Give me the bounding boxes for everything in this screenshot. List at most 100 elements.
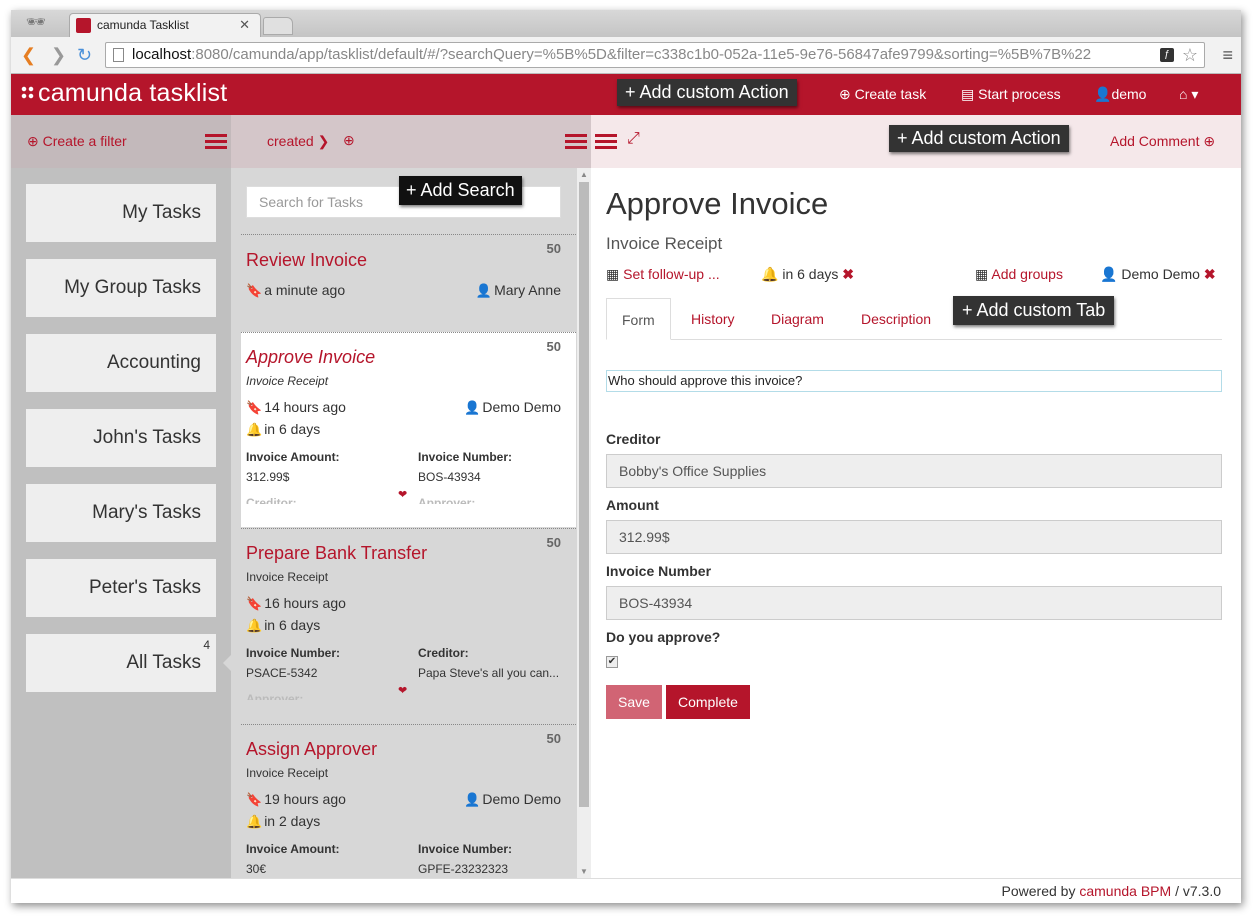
var-label: Invoice Number: [246, 646, 341, 660]
due-label: in 6 days [782, 266, 839, 282]
app-header: camunda tasklist + Add custom Action ⊕ C… [11, 74, 1241, 115]
browser-menu-icon[interactable]: ≡ [1222, 45, 1233, 66]
create-task-link[interactable]: ⊕ Create task [839, 86, 926, 103]
invoice-number-field[interactable]: BOS-43934 [606, 586, 1222, 620]
filter-marys-tasks[interactable]: Mary's Tasks [26, 484, 216, 542]
close-tab-icon[interactable]: ✕ [239, 17, 250, 33]
var-label: Creditor: [418, 646, 469, 660]
home-menu[interactable]: ⌂ ▾ [1179, 86, 1198, 103]
approver-question-field[interactable]: Who should approve this invoice? [606, 370, 1222, 392]
add-comment-link[interactable]: Add Comment ⊕ [1110, 133, 1215, 150]
task-variables: Invoice Number: PSACE-5342 Creditor: Papa … [246, 646, 561, 706]
filters-column: My Tasks My Group Tasks Accounting John'… [11, 168, 233, 878]
task-item[interactable]: 50 Review Invoice 🔖 a minute ago 👤 Mary An… [241, 234, 576, 331]
complete-button[interactable]: Complete [666, 685, 750, 719]
task-due: 🔔 in 2 days [246, 810, 561, 832]
assignee[interactable]: 👤 Demo Demo ✖ [1100, 266, 1216, 283]
remove-due-icon[interactable]: ✖ [842, 266, 854, 282]
expand-chevron-icon[interactable]: ❤ [398, 488, 407, 501]
browser-tab[interactable]: camunda Tasklist ✕ [69, 13, 261, 37]
expand-chevron-icon[interactable]: ❤ [398, 684, 407, 697]
tab-history[interactable]: History [676, 298, 750, 340]
add-custom-tab-button[interactable]: + Add custom Tab [953, 296, 1115, 325]
list-menu-icon[interactable] [565, 134, 587, 150]
filter-johns-tasks[interactable]: John's Tasks [26, 409, 216, 467]
save-button[interactable]: Save [606, 685, 662, 719]
brand[interactable]: camunda tasklist [21, 79, 227, 108]
var-label-faded: Approver: [246, 692, 304, 700]
add-custom-action-button[interactable]: + Add custom Action [617, 79, 797, 106]
var-value: PSACE-5342 [246, 666, 318, 680]
user-menu[interactable]: 👤demo [1094, 86, 1146, 103]
task-process: Invoice Receipt [246, 570, 329, 584]
task-created: 16 hours ago [264, 595, 346, 611]
var-value: BOS-43934 [418, 470, 481, 484]
task-meta: 🔖 14 hours ago 👤 Demo Demo [246, 396, 561, 418]
camunda-bpm-link[interactable]: camunda BPM [1079, 883, 1171, 899]
tab-form[interactable]: Form [606, 298, 671, 340]
add-groups-link[interactable]: ▦ Add groups [975, 266, 1063, 283]
follow-up-label: Set follow-up ... [623, 266, 720, 282]
add-search-button[interactable]: + Add Search [399, 176, 522, 205]
flash-icon[interactable]: ƒ [1160, 48, 1174, 62]
remove-assignee-icon[interactable]: ✖ [1204, 266, 1216, 282]
start-process-link[interactable]: ▤ Start process [961, 86, 1061, 103]
reload-icon[interactable]: ↻ [77, 45, 92, 65]
tab-description[interactable]: Description [846, 298, 946, 340]
due-date[interactable]: 🔔 in 6 days ✖ [761, 266, 854, 283]
filter-all-tasks[interactable]: 4 All Tasks [26, 634, 216, 692]
user-name: demo [1111, 86, 1147, 102]
filter-label: All Tasks [126, 652, 201, 673]
task-variables: Invoice Amount: 30€ Invoice Number: GPFE-2… [246, 842, 561, 878]
create-filter-link[interactable]: ⊕ Create a filter [27, 133, 127, 150]
task-item[interactable]: 50 Prepare Bank Transfer Invoice Receipt… [241, 528, 576, 724]
incognito-icon: 🕶 [25, 14, 47, 31]
var-label-faded: Creditor: [246, 496, 297, 504]
calendar-icon: ▦ [606, 266, 620, 282]
task-list-scrollbar[interactable]: ▲ ▼ [577, 168, 591, 878]
sort-dropdown[interactable]: created ❯ [267, 133, 329, 150]
task-assignee-name: Demo Demo [482, 399, 561, 415]
task-assignee: 👤 Demo Demo [464, 788, 561, 811]
user-icon: 👤 [1094, 86, 1112, 102]
address-bar[interactable]: localhost:8080/camunda/app/tasklist/defa… [105, 42, 1205, 68]
browser-tab-title: camunda Tasklist [97, 18, 189, 32]
task-assignee-name: Demo Demo [482, 791, 561, 807]
detail-tabs: Form History Diagram Description [606, 298, 1222, 340]
new-tab-button[interactable] [263, 17, 293, 35]
scroll-up-icon[interactable]: ▲ [580, 170, 588, 179]
assignee-label: Demo Demo [1121, 266, 1200, 282]
set-follow-up-link[interactable]: ▦ Set follow-up ... [606, 266, 720, 283]
scrollbar-thumb[interactable] [579, 182, 589, 807]
var-value: GPFE-23232323 [418, 862, 509, 876]
tab-diagram[interactable]: Diagram [756, 298, 839, 340]
task-item[interactable]: 50 Assign Approver Invoice Receipt 🔖 19 h… [241, 724, 576, 878]
creditor-field[interactable]: Bobby's Office Supplies [606, 454, 1222, 488]
plus-circle-icon: ⊕ [839, 86, 851, 102]
back-icon[interactable]: ❮ [21, 45, 36, 65]
bookmark-icon: 🔖 [246, 283, 263, 298]
add-custom-action-button-detail[interactable]: + Add custom Action [889, 125, 1069, 152]
approve-checkbox[interactable]: ✔ [606, 656, 618, 668]
add-sorting-icon[interactable]: ⊕ [343, 132, 355, 149]
filter-accounting[interactable]: Accounting [26, 334, 216, 392]
task-priority: 50 [546, 339, 561, 354]
amount-field[interactable]: 312.99$ [606, 520, 1222, 554]
filters-menu-icon[interactable] [205, 134, 227, 150]
task-item-active[interactable]: 50 Approve Invoice Invoice Receipt 🔖 14 h… [241, 332, 576, 527]
filter-my-group-tasks[interactable]: My Group Tasks [26, 259, 216, 317]
forward-icon[interactable]: ❯ [51, 45, 66, 65]
scroll-down-icon[interactable]: ▼ [580, 867, 588, 876]
caret-down-icon: ▾ [1191, 86, 1199, 102]
filter-my-tasks[interactable]: My Tasks [26, 184, 216, 242]
task-process: Invoice Receipt [246, 766, 329, 780]
grid-icon: ▦ [975, 266, 989, 282]
chevron-down-icon: ❯ [317, 133, 330, 149]
plus-circle-icon: ⊕ [27, 133, 39, 149]
filter-peters-tasks[interactable]: Peter's Tasks [26, 559, 216, 617]
detail-menu-icon[interactable] [595, 134, 617, 150]
amount-label: Amount [606, 497, 659, 513]
browser-toolbar: ❮ ❯ ↻ localhost:8080/camunda/app/tasklis… [11, 37, 1241, 74]
bookmark-star-icon[interactable]: ☆ [1182, 43, 1198, 67]
expand-icon[interactable]: ⤢ [627, 130, 640, 148]
